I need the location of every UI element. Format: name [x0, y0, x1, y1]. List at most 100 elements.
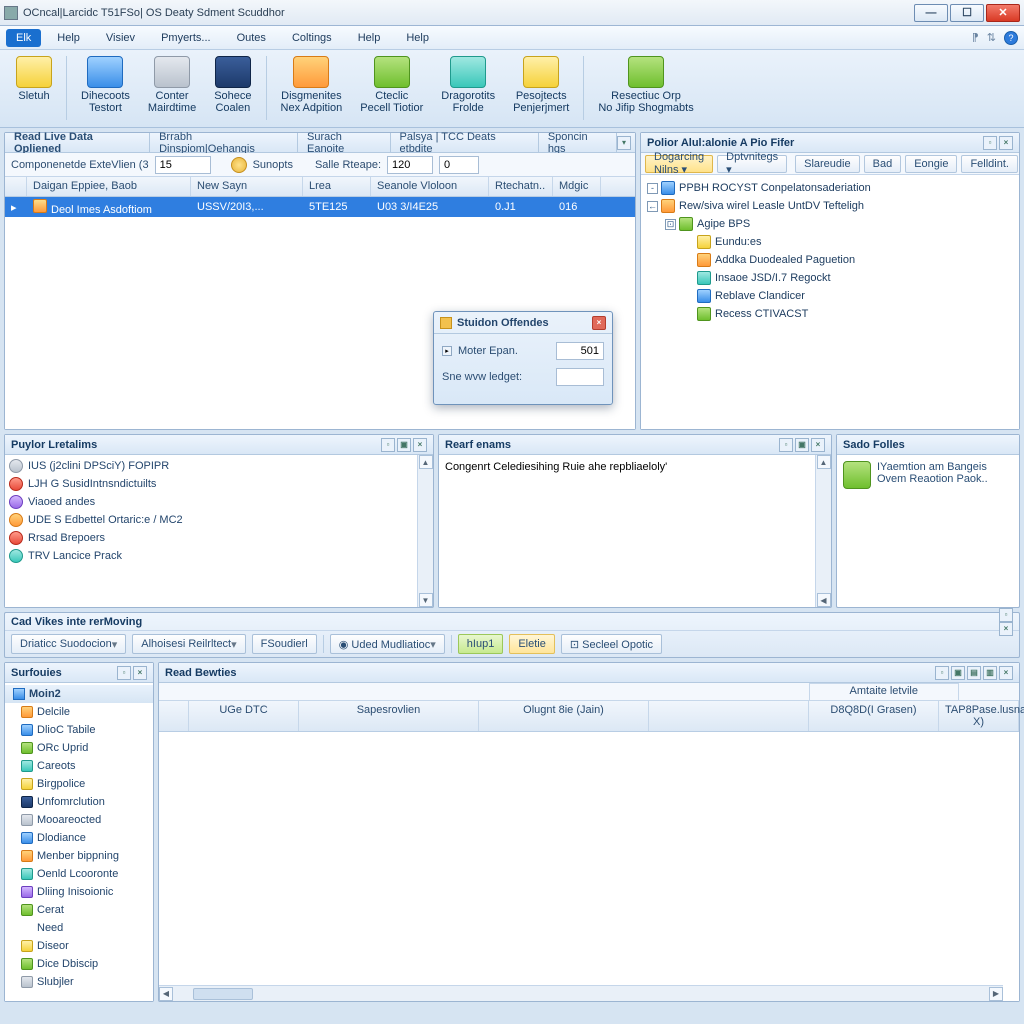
grid2-col-6[interactable]: TAP8Pase.lusnal X) — [939, 701, 1019, 731]
ribbon-disgmenites[interactable]: Disgmenites Nex Adpition — [273, 54, 351, 116]
scroll-up-icon-2[interactable]: ▲ — [817, 455, 831, 469]
dialog-titlebar[interactable]: Stuidon Offendes × — [434, 312, 612, 334]
puylor-item-0[interactable]: IUS (j2clini DPSciY) FOPIPR — [9, 457, 413, 475]
live-col-2[interactable]: New Sayn — [191, 177, 303, 196]
g2-tool-3[interactable]: ▤ — [967, 666, 981, 680]
menu-help[interactable]: Help — [348, 29, 391, 47]
panel-menu-icon[interactable]: ▾ — [617, 136, 631, 150]
puylor-item-4[interactable]: Rrsad Brepoers — [9, 529, 413, 547]
live-col-5[interactable]: Rtechatn.. — [489, 177, 553, 196]
ribbon-resectiuc orp[interactable]: Resectiuc Orp No Jifip Shogmabts — [590, 54, 701, 116]
scrollbar-v-2[interactable]: ▲◀ — [815, 455, 831, 607]
nav-item-7[interactable]: Dlodiance — [5, 829, 153, 847]
ribbon-dihecoots[interactable]: Dihecoots Testort — [73, 54, 138, 116]
menubar-glyph-2[interactable]: ⇅ — [987, 31, 996, 44]
strip-tool-2[interactable]: × — [999, 622, 1013, 636]
nav-item-6[interactable]: Mooareocted — [5, 811, 153, 829]
sun-icon[interactable] — [231, 157, 247, 173]
tree-rbtn-3[interactable]: Felldint. — [961, 155, 1018, 173]
puylor-item-5[interactable]: TRV Lancice Prack — [9, 547, 413, 565]
ribbon-sohece[interactable]: Sohece Coalen — [206, 54, 259, 116]
filter-tree[interactable]: -PPBH ROCYST Conpelatonsaderiation←Rew/s… — [641, 175, 1019, 429]
ribbon-dragorotits[interactable]: Dragorotits Frolde — [433, 54, 503, 116]
live-grid-row[interactable]: ▸Deol Imes AsdoftiomUSSV/20I3,...5TE125U… — [5, 197, 635, 217]
sunopts-label[interactable]: Sunopts — [253, 159, 293, 171]
dialog-close-button[interactable]: × — [592, 316, 606, 330]
strip-btn-3[interactable]: ◉ Uded Mudliatioc — [330, 634, 445, 654]
live-col-1[interactable]: Daigan Eppiee, Baob — [27, 177, 191, 196]
g2-tool-4[interactable]: ▥ — [983, 666, 997, 680]
tree-tab-1[interactable]: Dptvnitegs ▾ — [717, 155, 787, 173]
ribbon-conter[interactable]: Conter Mairdtime — [140, 54, 204, 116]
sado-line2[interactable]: Ovem Reaotion Paok.. — [877, 473, 988, 485]
spinner-up-icon[interactable]: ▸ — [442, 346, 452, 356]
tree-node-1[interactable]: ←Rew/siva wirel Leasle UntDV Tefteligh — [643, 197, 1017, 215]
scroll-up-icon[interactable]: ▲ — [419, 455, 433, 469]
menu-help[interactable]: Help — [396, 29, 439, 47]
component-select[interactable] — [155, 156, 211, 174]
ribbon-cteclic[interactable]: Cteclic Pecell Tiotior — [352, 54, 431, 116]
expand-icon[interactable]: - — [647, 183, 658, 194]
sale-input[interactable] — [387, 156, 433, 174]
menu-visiev[interactable]: Visiev — [96, 29, 145, 47]
live-col-3[interactable]: Lrea — [303, 177, 371, 196]
moter-input[interactable] — [556, 342, 604, 360]
live-col-6[interactable]: Mdgic — [553, 177, 601, 196]
ribbon-pesojtects[interactable]: Pesojtects Penjerjmert — [505, 54, 577, 116]
ribbon-sletuh[interactable]: Sletuh — [8, 54, 60, 104]
surfouies-tree[interactable]: Moin2DelcileDlioC TabileORc UpridCareots… — [5, 683, 153, 1001]
menubar-glyph-1[interactable]: ⁋ — [972, 31, 979, 44]
puylor-item-3[interactable]: UDE S Edbettel Ortaric:e / MC2 — [9, 511, 413, 529]
panel-tool-1[interactable]: ▫ — [381, 438, 395, 452]
g2-tool-5[interactable]: × — [999, 666, 1013, 680]
menubar-help-icon[interactable]: ? — [1004, 31, 1018, 45]
expand-icon[interactable]: ⊡ — [665, 219, 676, 230]
grid2-col-3[interactable]: Olugnt 8ie (Jain) — [479, 701, 649, 731]
menu-outes[interactable]: Outes — [227, 29, 276, 47]
menu-pmyerts...[interactable]: Pmyerts... — [151, 29, 221, 47]
grid2-col-5[interactable]: D8Q8D(I Grasen) — [809, 701, 939, 731]
grid2-col-2[interactable]: Sapesrovlien — [299, 701, 479, 731]
tree-node-7[interactable]: Recess CTIVACST — [643, 305, 1017, 323]
scroll-thumb[interactable] — [193, 988, 253, 1000]
zero-select[interactable] — [439, 156, 479, 174]
strip-btn-5[interactable]: Eletie — [509, 634, 555, 654]
puylor-item-1[interactable]: LJH G SusidIntnsndictuilts — [9, 475, 413, 493]
scroll-left-icon[interactable]: ◀ — [817, 593, 831, 607]
strip-btn-4[interactable]: hIup1 — [458, 634, 504, 654]
strip-btn-0[interactable]: Driaticc Suodocion — [11, 634, 126, 654]
panel-tool-b[interactable]: ▣ — [795, 438, 809, 452]
panel-tool-a[interactable]: ▫ — [779, 438, 793, 452]
puylor-item-2[interactable]: Viaoed andes — [9, 493, 413, 511]
panel-close-icon[interactable]: × — [999, 136, 1013, 150]
scroll-down-icon[interactable]: ▼ — [419, 593, 433, 607]
strip-btn-1[interactable]: Alhoisesi Reilrltect — [132, 634, 245, 654]
g2-tool-2[interactable]: ▣ — [951, 666, 965, 680]
panel-tool-2[interactable]: ▣ — [397, 438, 411, 452]
tree-rbtn-2[interactable]: Eongie — [905, 155, 957, 173]
strip-btn-2[interactable]: FSoudierl — [252, 634, 317, 654]
tree-rbtn-0[interactable]: Slareudie — [795, 155, 859, 173]
menu-coltings[interactable]: Coltings — [282, 29, 342, 47]
scroll-left-arrow[interactable]: ◀ — [159, 987, 173, 1001]
nav-item-2[interactable]: ORc Uprid — [5, 739, 153, 757]
nav-item-0[interactable]: Delcile — [5, 703, 153, 721]
maximize-button[interactable]: ☐ — [950, 4, 984, 22]
nav-item-11[interactable]: Cerat — [5, 901, 153, 919]
live-col-4[interactable]: Seanole Vloloon — [371, 177, 489, 196]
nav-item-4[interactable]: Birgpolice — [5, 775, 153, 793]
menu-help[interactable]: Help — [47, 29, 90, 47]
g2-tool-1[interactable]: ▫ — [935, 666, 949, 680]
scrollbar-h[interactable]: ◀ ▶ — [159, 985, 1003, 1001]
tree-node-5[interactable]: Insaoe JSD/I.7 Regockt — [643, 269, 1017, 287]
nav-root[interactable]: Moin2 — [5, 685, 153, 703]
live-col-0[interactable] — [5, 177, 27, 196]
tree-node-6[interactable]: Reblave Clandicer — [643, 287, 1017, 305]
strip-tool-1[interactable]: ▫ — [999, 608, 1013, 622]
nav-item-15[interactable]: Slubjler — [5, 973, 153, 991]
studion-dialog[interactable]: Stuidon Offendes × ▸ Moter Epan. Sne wvw… — [433, 311, 613, 405]
close-button[interactable]: ✕ — [986, 4, 1020, 22]
live-tab-0[interactable]: Read Live Data Opliened — [5, 133, 150, 153]
live-tab-3[interactable]: Palsya | TCC Deats etbdite — [391, 133, 539, 153]
tree-node-4[interactable]: Addka Duodealed Paguetion — [643, 251, 1017, 269]
